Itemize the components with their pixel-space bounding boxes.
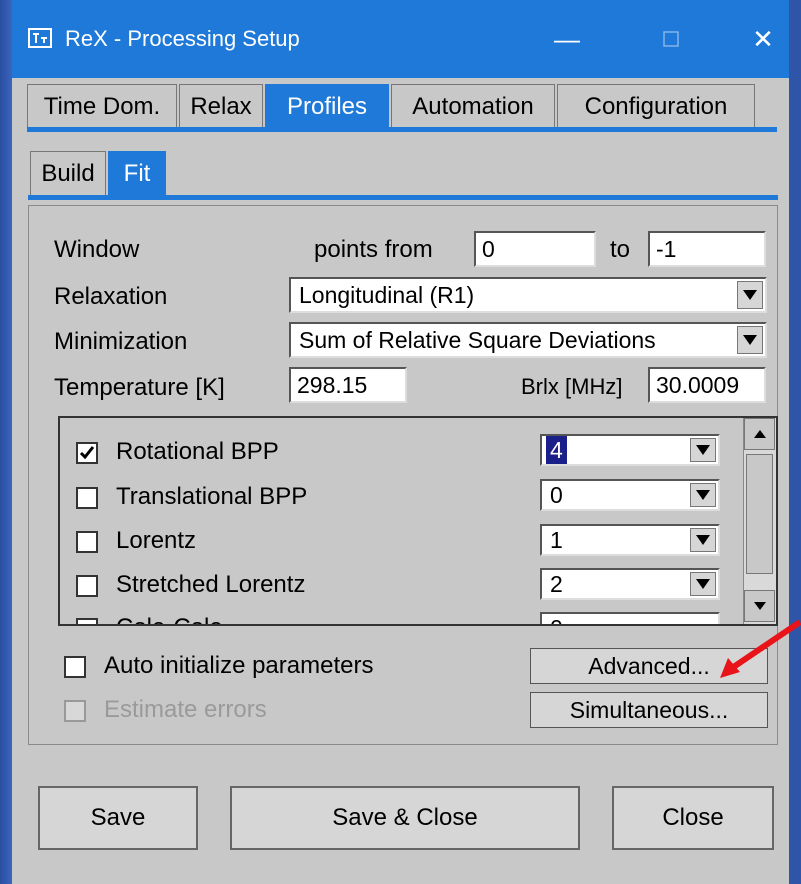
model-count-select[interactable]: 4 (540, 434, 720, 466)
model-count-value: 0 (550, 482, 563, 508)
minimize-button[interactable]: — (540, 18, 594, 60)
estimate-errors-checkbox[interactable] (64, 700, 86, 722)
model-label: Stretched Lorentz (116, 571, 306, 598)
tab-automation[interactable]: Automation (391, 84, 555, 128)
stretched-lorentz-checkbox[interactable] (76, 575, 98, 597)
estimate-errors-label: Estimate errors (104, 696, 267, 723)
points-from-label: points from (314, 236, 433, 263)
relaxation-label: Relaxation (54, 283, 168, 310)
close-button[interactable]: Close (612, 786, 774, 850)
minimization-label: Minimization (54, 328, 188, 355)
tab-fit[interactable]: Fit (108, 151, 166, 195)
chevron-down-icon[interactable] (690, 572, 716, 596)
maximize-icon (663, 31, 679, 47)
main-tab-bar: Time Dom. Relax Profiles Automation Conf… (27, 84, 767, 128)
window-label: Window (54, 236, 140, 263)
checkmark-icon (79, 446, 95, 460)
model-count-select[interactable]: 2 (540, 568, 720, 600)
sub-tab-bar: Build Fit (30, 151, 230, 195)
app-icon (28, 28, 52, 48)
relaxation-value: Longitudinal (R1) (299, 282, 475, 308)
desktop-background (0, 0, 12, 884)
close-window-button[interactable]: ✕ (736, 18, 790, 60)
save-button[interactable]: Save (38, 786, 198, 850)
tab-time-dom[interactable]: Time Dom. (27, 84, 177, 128)
model-count-value: 2 (550, 571, 563, 597)
model-label: Translational BPP (116, 483, 308, 510)
model-count-value: 0 (550, 615, 563, 624)
chevron-down-icon[interactable] (690, 483, 716, 507)
maximize-button[interactable] (644, 18, 698, 60)
chevron-down-icon[interactable] (737, 281, 763, 309)
model-list[interactable]: Rotational BPP 4 Translational BPP 0 Lor… (58, 416, 778, 626)
main-tab-underline (27, 127, 777, 132)
points-from-input[interactable]: 0 (474, 231, 596, 267)
temperature-input[interactable]: 298.15 (289, 367, 407, 403)
save-close-button[interactable]: Save & Close (230, 786, 580, 850)
model-count-value: 4 (546, 436, 567, 464)
chevron-down-icon[interactable] (690, 438, 716, 462)
minimization-select[interactable]: Sum of Relative Square Deviations (289, 322, 767, 358)
model-count-select[interactable]: 0 (540, 612, 720, 624)
rotational-bpp-checkbox[interactable] (76, 442, 98, 464)
cole-cole-checkbox[interactable] (76, 618, 98, 624)
auto-initialize-label: Auto initialize parameters (104, 652, 374, 679)
chevron-down-icon[interactable] (737, 326, 763, 354)
tab-configuration[interactable]: Configuration (557, 84, 755, 128)
auto-initialize-checkbox[interactable] (64, 656, 86, 678)
simultaneous-button[interactable]: Simultaneous... (530, 692, 768, 728)
scroll-thumb[interactable] (746, 454, 773, 574)
list-scrollbar[interactable] (743, 418, 776, 624)
scroll-down-button[interactable] (744, 590, 775, 622)
model-count-select[interactable]: 1 (540, 524, 720, 556)
sub-tab-underline (28, 195, 778, 200)
window-title: ReX - Processing Setup (65, 26, 300, 51)
scroll-up-button[interactable] (744, 418, 775, 450)
model-label: Lorentz (116, 527, 197, 554)
triangle-down-icon (753, 602, 766, 610)
brlx-label: Brlx [MHz] (521, 374, 623, 399)
processing-setup-window: ReX - Processing Setup — ✕ Time Dom. Rel… (12, 0, 789, 884)
translational-bpp-checkbox[interactable] (76, 487, 98, 509)
model-label: Cole-Cole (116, 614, 223, 624)
points-to-input[interactable]: -1 (648, 231, 766, 267)
title-bar[interactable]: ReX - Processing Setup — ✕ (12, 0, 789, 78)
triangle-up-icon (753, 430, 766, 438)
model-count-value: 1 (550, 527, 563, 553)
relaxation-select[interactable]: Longitudinal (R1) (289, 277, 767, 313)
lorentz-checkbox[interactable] (76, 531, 98, 553)
tab-profiles[interactable]: Profiles (265, 84, 389, 128)
model-count-select[interactable]: 0 (540, 479, 720, 511)
model-label: Rotational BPP (116, 438, 279, 465)
tab-build[interactable]: Build (30, 151, 106, 195)
annotation-arrow-icon (720, 620, 801, 678)
tab-relax[interactable]: Relax (179, 84, 263, 128)
to-label: to (610, 236, 631, 263)
chevron-down-icon[interactable] (690, 528, 716, 552)
temperature-label: Temperature [K] (54, 374, 225, 401)
brlx-input[interactable]: 30.0009 (648, 367, 766, 403)
minimization-value: Sum of Relative Square Deviations (299, 327, 656, 353)
